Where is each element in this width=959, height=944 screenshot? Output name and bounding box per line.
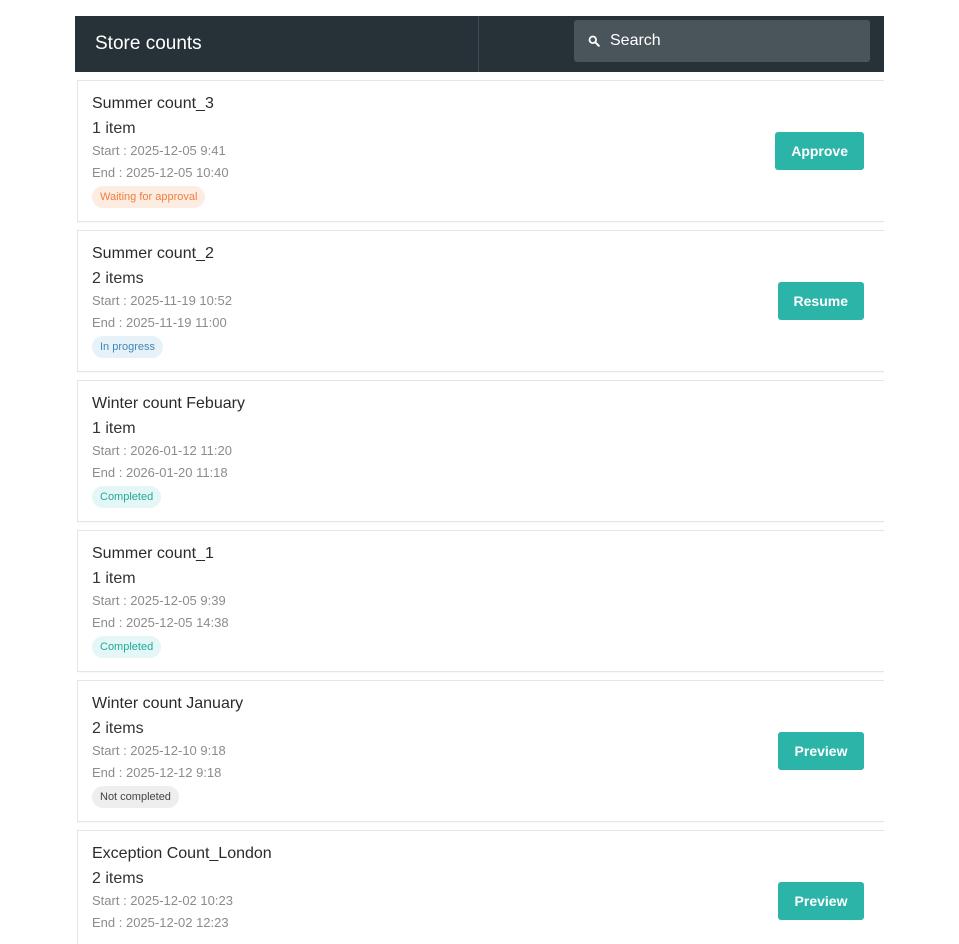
count-card-winter-count-january: Winter count January 2 items Start : 202…	[77, 680, 884, 822]
count-title: Summer count_2	[92, 245, 214, 262]
status-badge: Completed	[92, 486, 162, 508]
status-badge: Completed	[92, 636, 162, 658]
status-badge: In progress	[92, 336, 164, 358]
count-title: Exception Count_London	[92, 845, 272, 862]
count-start-date: Start : 2025-12-10 9:18	[92, 743, 226, 758]
status-badge: Not completed	[92, 786, 179, 808]
count-card-summer-count-3: Summer count_3 1 item Start : 2025-12-05…	[77, 80, 884, 222]
count-list: Summer count_3 1 item Start : 2025-12-05…	[75, 80, 884, 944]
count-end-date: End : 2025-12-02 12:23	[92, 915, 229, 930]
count-card-winter-count-febuary: Winter count Febuary 1 item Start : 2026…	[77, 380, 884, 522]
search-input[interactable]	[610, 32, 850, 50]
count-card-summer-count-2: Summer count_2 2 items Start : 2025-11-1…	[77, 230, 884, 372]
preview-button[interactable]: Preview	[778, 882, 864, 920]
approve-button[interactable]: Approve	[775, 132, 864, 170]
count-start-date: Start : 2025-12-05 9:41	[92, 143, 226, 158]
header-bar: Store counts	[75, 16, 884, 72]
store-counts-app: Store counts Summer count_3 1 item Start…	[75, 16, 884, 944]
count-title: Summer count_1	[92, 545, 214, 562]
count-end-date: End : 2026-01-20 11:18	[92, 465, 228, 480]
count-start-date: Start : 2025-11-19 10:52	[92, 293, 232, 308]
count-title: Winter count Febuary	[92, 395, 245, 412]
count-item-total: 1 item	[92, 120, 136, 137]
count-start-date: Start : 2025-12-05 9:39	[92, 593, 226, 608]
count-end-date: End : 2025-12-12 9:18	[92, 765, 222, 780]
count-item-total: 1 item	[92, 570, 136, 587]
search-icon	[586, 33, 602, 49]
search-box[interactable]	[574, 20, 870, 62]
page-title: Store counts	[75, 16, 479, 72]
status-badge: Waiting for approval	[92, 186, 206, 208]
count-item-total: 1 item	[92, 420, 136, 437]
preview-button[interactable]: Preview	[778, 732, 864, 770]
count-title: Winter count January	[92, 695, 244, 712]
count-item-total: 2 items	[92, 720, 144, 737]
count-title: Summer count_3	[92, 95, 214, 112]
count-card-summer-count-1: Summer count_1 1 item Start : 2025-12-05…	[77, 530, 884, 672]
count-item-total: 2 items	[92, 870, 144, 887]
count-end-date: End : 2025-12-05 14:38	[92, 615, 229, 630]
count-start-date: Start : 2026-01-12 11:20	[92, 443, 232, 458]
count-card-exception-count-london: Exception Count_London 2 items Start : 2…	[77, 830, 884, 944]
count-start-date: Start : 2025-12-02 10:23	[92, 893, 233, 908]
resume-button[interactable]: Resume	[777, 282, 864, 320]
count-end-date: End : 2025-12-05 10:40	[92, 165, 229, 180]
count-item-total: 2 items	[92, 270, 144, 287]
count-end-date: End : 2025-11-19 11:00	[92, 315, 227, 330]
